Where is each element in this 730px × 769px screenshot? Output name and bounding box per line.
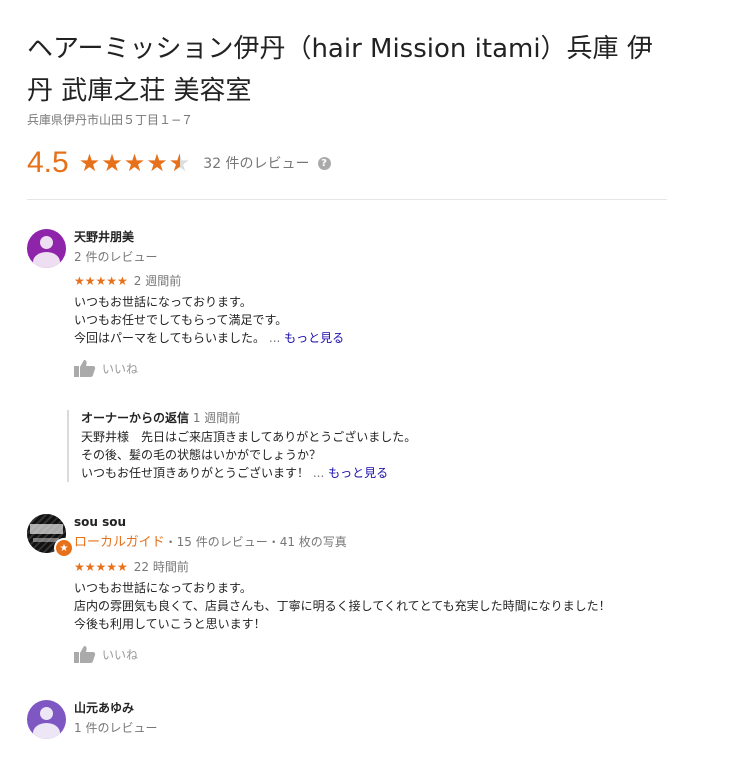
owner-reply-date: 1 週間前 — [192, 411, 241, 425]
business-address: 兵庫県伊丹市山田５丁目１−７ — [27, 113, 194, 127]
more-link[interactable]: もっと見る — [328, 466, 388, 480]
like-button[interactable]: いいね — [74, 359, 694, 377]
reviewer-meta[interactable]: 1 件のレビュー — [74, 720, 694, 736]
more-link[interactable]: もっと見る — [284, 331, 344, 345]
local-guide-label: ローカルガイド — [74, 535, 165, 550]
rating-number: 4.5 — [27, 146, 69, 179]
review-stars: ★★★★★ — [74, 274, 128, 288]
help-icon[interactable]: ? — [317, 156, 331, 170]
local-guide-star-icon: ★ — [54, 538, 74, 558]
divider — [27, 199, 667, 200]
reviewer-meta[interactable]: ローカルガイド・15 件のレビュー・41 枚の写真 — [74, 534, 694, 551]
owner-reply-text: 天野井様 先日はご来店頂きましてありがとうございました。 その後、髪の毛の状態は… — [81, 430, 417, 480]
avatar[interactable] — [27, 229, 66, 268]
review-stars: ★★★★★ — [74, 560, 128, 574]
review-rating: ★★★★★ 2 週間前 — [74, 273, 694, 289]
rating-summary: 4.5 ★★★★ ★★ 32 件のレビュー ? — [27, 145, 331, 181]
thumbs-up-icon — [74, 360, 96, 377]
review-date: 2 週間前 — [133, 274, 182, 288]
like-label: いいね — [102, 361, 139, 376]
review-date: 22 時間前 — [133, 560, 189, 574]
review-rating: ★★★★★ 22 時間前 — [74, 559, 694, 575]
review-text: いつもお世話になっております。 いつもお任せでしてもらって満足です。 今回はパー… — [74, 295, 345, 345]
avatar[interactable] — [27, 700, 66, 739]
reviewer-name[interactable]: 天野井朋美 — [74, 229, 694, 245]
business-title: ヘアーミッション伊丹（hair Mission itami）兵庫 伊丹 武庫之荘… — [27, 34, 653, 106]
reviewer-name[interactable]: 山元あゆみ — [74, 700, 694, 716]
reviewer-name[interactable]: sou sou — [74, 514, 694, 530]
reviewer-meta[interactable]: 2 件のレビュー — [74, 249, 694, 265]
owner-reply: オーナーからの返信 1 週間前 天野井様 先日はご来店頂きましてありがとうござい… — [67, 410, 641, 482]
like-button[interactable]: いいね — [74, 645, 694, 663]
review-text: いつもお世話になっております。 店内の雰囲気も良くて、店員さんも、丁寧に明るく接… — [74, 581, 611, 631]
rating-stars: ★★★★ ★★ — [78, 149, 192, 177]
review-count-link[interactable]: 32 件のレビュー — [203, 153, 309, 173]
owner-reply-label: オーナーからの返信 — [81, 411, 190, 425]
thumbs-up-icon — [74, 646, 96, 663]
like-label: いいね — [102, 647, 139, 662]
